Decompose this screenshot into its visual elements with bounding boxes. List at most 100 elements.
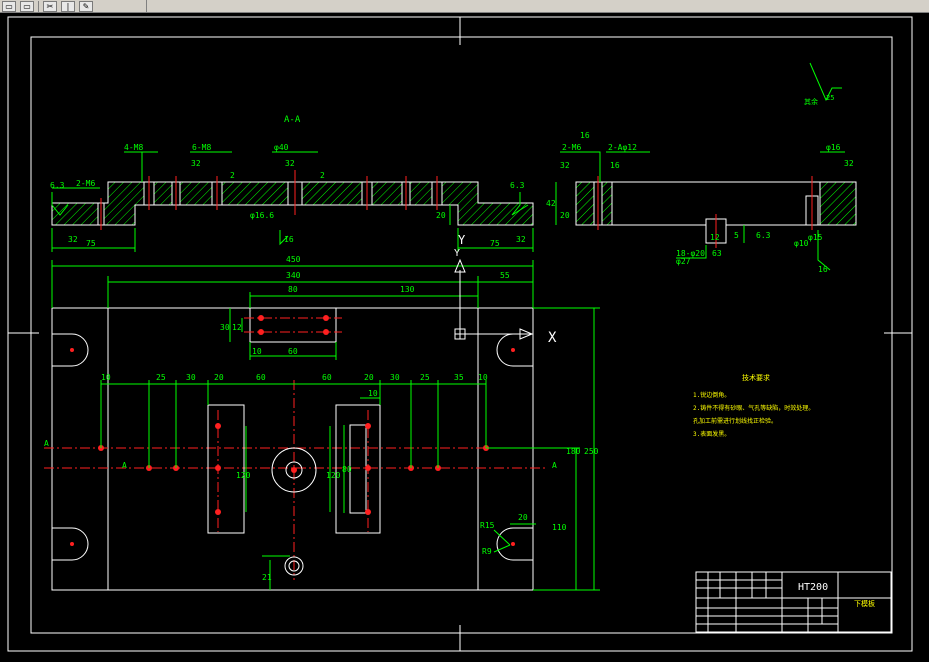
section-mark-mid: A xyxy=(122,461,127,470)
section-dim-32-right: 32 xyxy=(516,235,526,244)
section-roughness-left: 6.3 xyxy=(50,181,65,190)
section-dim-32-left: 32 xyxy=(68,235,78,244)
roughness-note: 其余 xyxy=(804,97,818,106)
side-dim-63: 63 xyxy=(712,249,722,258)
new-file-button[interactable]: ▭ xyxy=(2,0,16,12)
side-hole-27: φ27 xyxy=(676,257,691,266)
dim-55: 55 xyxy=(500,271,510,280)
dim-130: 130 xyxy=(400,285,415,294)
cad-toolbar: ▭ ▭ ✂ | ✎ xyxy=(0,0,929,13)
section-mark-left: A xyxy=(44,439,49,448)
dim-r15: R15 xyxy=(480,521,495,530)
open-file-button[interactable]: ▭ xyxy=(20,0,34,12)
cut-button[interactable]: ✂ xyxy=(43,0,57,12)
slot-dim-120b: 120 xyxy=(326,471,341,480)
dim-12: 12 xyxy=(232,323,242,332)
section-title: A-A xyxy=(284,115,301,125)
title-block[interactable]: HT200 下模板 xyxy=(695,571,892,633)
dim-180: 180 xyxy=(566,447,581,456)
dim-110: 110 xyxy=(552,523,567,532)
plan-centerlines xyxy=(44,317,545,580)
row-dim-35: 35 xyxy=(454,373,464,382)
u-slot-cores xyxy=(70,348,515,546)
section-mark-right: A xyxy=(552,461,557,470)
section-dim-20: 20 xyxy=(436,211,446,220)
side-dim-42: 42 xyxy=(546,199,556,208)
toolbar-separator xyxy=(38,0,39,12)
notes-title: 技术要求 xyxy=(742,373,770,382)
section-roughness-right: 6.3 xyxy=(510,181,525,190)
side-rough-63: 6.3 xyxy=(756,231,771,240)
side-view[interactable]: 2-M6 32 16 2-Aφ12 16 42 20 φ16 32 φ10 φ1… xyxy=(546,62,857,274)
row-dim-30b: 30 xyxy=(390,373,400,382)
row-dim-20b: 20 xyxy=(364,373,374,382)
side-rough-16b: 16 xyxy=(610,161,620,170)
plan-dimension-lines xyxy=(51,260,600,591)
plan-view[interactable]: 450 340 55 80 130 30 12 10 60 10 25 30 2… xyxy=(44,248,600,591)
dim-340: 340 xyxy=(286,271,301,280)
dim-21: 21 xyxy=(262,573,272,582)
slot-dim-80: 80 xyxy=(342,465,352,474)
dim-30: 30 xyxy=(220,323,230,332)
section-rough-32a: 32 xyxy=(191,159,201,168)
ucs-y-label: Y xyxy=(454,248,460,259)
side-rough-16a: 16 xyxy=(580,131,590,140)
section-dim-75-left: 75 xyxy=(86,239,96,248)
copy-button[interactable]: | xyxy=(61,0,75,12)
section-depth-2b: 2 xyxy=(320,171,325,180)
dim-10-top: 10 xyxy=(252,347,262,356)
dim-250: 250 xyxy=(584,447,599,456)
section-tap-6m8: 6-M8 xyxy=(192,143,211,152)
side-rough-16r: 16 xyxy=(818,265,828,274)
ucs-x-label: X xyxy=(548,330,557,346)
side-centerlines xyxy=(597,176,813,248)
cad-drawing-canvas[interactable]: A-A 6.3 2-M6 4-M8 6-M8 32 2 φ40 32 2 φ16… xyxy=(0,13,929,662)
side-hatch-right xyxy=(819,181,857,226)
section-depth-2a: 2 xyxy=(230,171,235,180)
note-item-2b: 孔加工前需进行划线找正检验。 xyxy=(693,417,777,425)
dim-20-slot: 20 xyxy=(518,513,528,522)
technical-notes[interactable]: 技术要求 1.锐边倒角。 2.铸件不得有砂眼、气孔等缺陷，时效处理。 孔加工前需… xyxy=(693,373,814,438)
section-diameter-16: φ16.6 xyxy=(250,211,274,220)
paint-button[interactable]: ✎ xyxy=(79,0,93,12)
side-hole-2a12: 2-Aφ12 xyxy=(608,143,637,152)
side-tap-2m6: 2-M6 xyxy=(562,143,581,152)
row-dim-60b: 60 xyxy=(322,373,332,382)
section-view-a-a[interactable]: A-A 6.3 2-M6 4-M8 6-M8 32 2 φ40 32 2 φ16… xyxy=(50,115,534,252)
side-dim-5: 5 xyxy=(734,231,739,240)
side-diameter-16: φ16 xyxy=(826,143,841,152)
dim-80: 80 xyxy=(288,285,298,294)
row-dim-10b: 10 xyxy=(478,373,488,382)
roughness-note-value: 25 xyxy=(826,94,834,102)
side-rough-32: 32 xyxy=(560,161,570,170)
side-diameter-10: φ10 xyxy=(794,239,809,248)
title-block-part-name: 下模板 xyxy=(854,599,875,608)
row-dim-25b: 25 xyxy=(420,373,430,382)
section-rough-32b: 32 xyxy=(285,159,295,168)
row-dim-30a: 30 xyxy=(186,373,196,382)
row-dim-20a: 20 xyxy=(214,373,224,382)
title-block-material: HT200 xyxy=(798,582,828,593)
side-dim-20: 20 xyxy=(560,211,570,220)
section-tap-left: 2-M6 xyxy=(76,179,95,188)
side-diameter-15: φ15 xyxy=(808,233,823,242)
top-block xyxy=(249,307,337,343)
section-tap-4m8: 4-M8 xyxy=(124,143,143,152)
row-dim-10a: 10 xyxy=(101,373,111,382)
toolbar-end xyxy=(146,0,147,12)
side-holes xyxy=(593,181,819,244)
row-dim-60a: 60 xyxy=(256,373,266,382)
slot-dim-10: 10 xyxy=(368,389,378,398)
dim-60-top: 60 xyxy=(288,347,298,356)
note-item-1: 1.锐边倒角。 xyxy=(693,391,730,399)
section-diameter-40: φ40 xyxy=(274,143,289,152)
side-rough-32r: 32 xyxy=(844,159,854,168)
dim-r9: R9 xyxy=(482,547,492,556)
dim-450: 450 xyxy=(286,255,301,264)
side-dim-12: 12 xyxy=(710,233,720,242)
section-rough-16: 16 xyxy=(284,235,294,244)
note-item-2: 2.铸件不得有砂眼、气孔等缺陷，时效处理。 xyxy=(693,404,814,412)
u-slots xyxy=(52,333,533,561)
ucs-icon xyxy=(454,258,534,340)
row-dim-25a: 25 xyxy=(156,373,166,382)
